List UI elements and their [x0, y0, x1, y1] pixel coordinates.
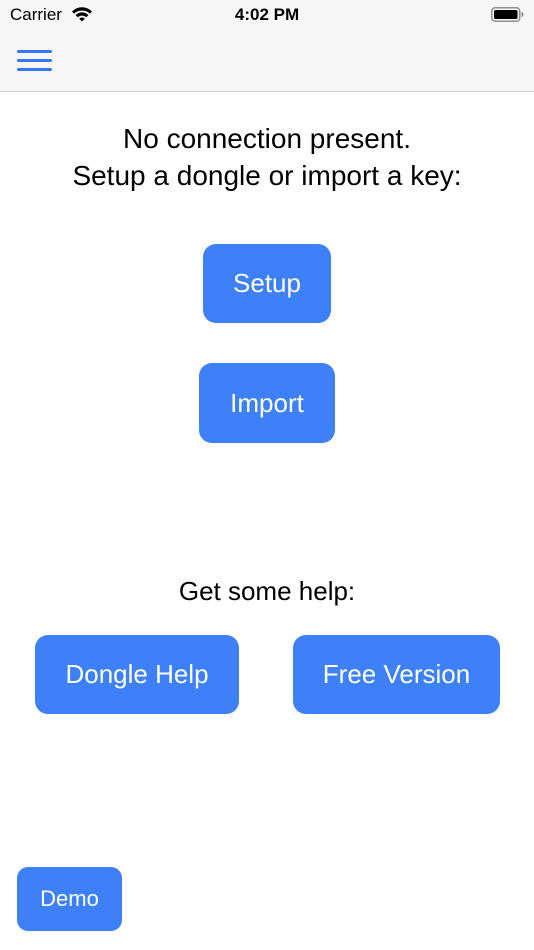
- message-line-1: No connection present.: [123, 123, 411, 154]
- menu-line: [17, 59, 52, 62]
- import-button[interactable]: Import: [199, 363, 335, 443]
- navigation-bar: [0, 30, 534, 92]
- help-heading: Get some help:: [178, 576, 356, 606]
- free-version-button[interactable]: Free Version: [293, 635, 500, 714]
- hamburger-menu-icon[interactable]: [17, 50, 52, 72]
- menu-line: [17, 68, 52, 71]
- demo-button[interactable]: Demo: [17, 867, 122, 931]
- status-bar: Carrier 4:02 PM: [0, 0, 534, 30]
- setup-button[interactable]: Setup: [203, 244, 331, 323]
- status-time: 4:02 PM: [234, 5, 300, 24]
- no-connection-message: No connection present. Setup a dongle or…: [0, 120, 534, 194]
- message-line-2: Setup a dongle or import a key:: [72, 160, 462, 191]
- menu-line: [17, 50, 52, 53]
- battery-icon: [491, 7, 524, 22]
- dongle-help-button[interactable]: Dongle Help: [35, 635, 239, 714]
